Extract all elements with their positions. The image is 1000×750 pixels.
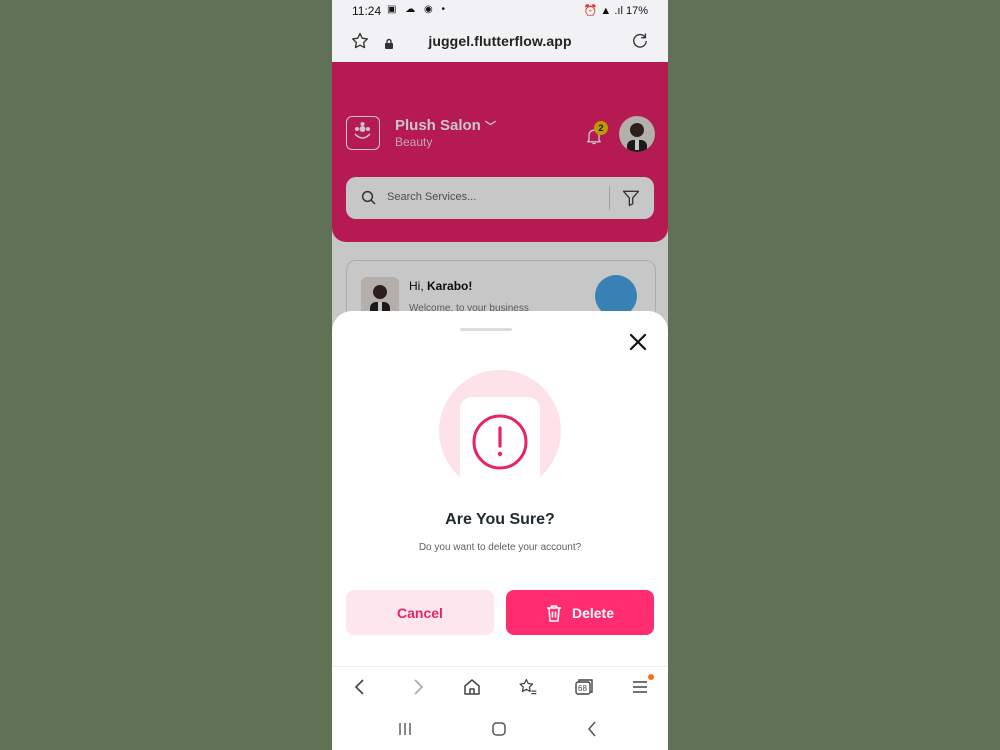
signal-icons: ⏰ ▲ .ıl xyxy=(583,5,626,17)
system-navigation xyxy=(332,708,668,750)
dialog-message: Do you want to delete your account? xyxy=(418,542,582,553)
system-back-icon[interactable] xyxy=(584,720,602,743)
back-arrow-icon[interactable] xyxy=(350,677,370,702)
delete-button[interactable]: Delete xyxy=(506,590,654,635)
status-bar: 11:24 ▣ ☁ ◉ • ⏰ ▲ .ıl 17% xyxy=(332,0,668,22)
reload-icon[interactable] xyxy=(630,31,650,56)
battery-level: 17% xyxy=(625,5,648,17)
bookmarks-icon[interactable] xyxy=(518,677,538,702)
browser-toolbar: 68 xyxy=(332,666,668,709)
status-right: ⏰ ▲ .ıl 17% xyxy=(584,4,648,17)
phone-screen: 11:24 ▣ ☁ ◉ • ⏰ ▲ .ıl 17% juggel.flutter… xyxy=(332,0,668,750)
browser-url-bar: juggel.flutterflow.app xyxy=(332,22,668,62)
cancel-button[interactable]: Cancel xyxy=(346,590,494,635)
tabs-icon[interactable]: 68 xyxy=(574,677,594,702)
cancel-label: Cancel xyxy=(397,604,443,621)
notification-icons: ▣ ☁ ◉ • xyxy=(387,4,449,15)
home-button-icon[interactable] xyxy=(490,720,508,743)
tab-count: 68 xyxy=(578,684,587,693)
confirm-dialog: Are You Sure? Do you want to delete your… xyxy=(332,311,668,666)
drag-handle[interactable] xyxy=(460,328,512,331)
status-time: 11:24 xyxy=(352,4,382,18)
dialog-title: Are You Sure? xyxy=(445,511,555,528)
close-icon[interactable] xyxy=(628,332,648,357)
home-icon[interactable] xyxy=(462,677,482,702)
menu-icon[interactable] xyxy=(630,677,650,702)
delete-label: Delete xyxy=(571,604,615,621)
trash-icon xyxy=(546,604,561,622)
warning-illustration xyxy=(439,370,561,492)
menu-notification-dot xyxy=(648,674,654,680)
recent-apps-icon[interactable] xyxy=(396,720,414,743)
url-text[interactable]: juggel.flutterflow.app xyxy=(332,33,668,49)
forward-arrow-icon[interactable] xyxy=(408,677,428,702)
alert-circle-icon xyxy=(472,414,528,470)
